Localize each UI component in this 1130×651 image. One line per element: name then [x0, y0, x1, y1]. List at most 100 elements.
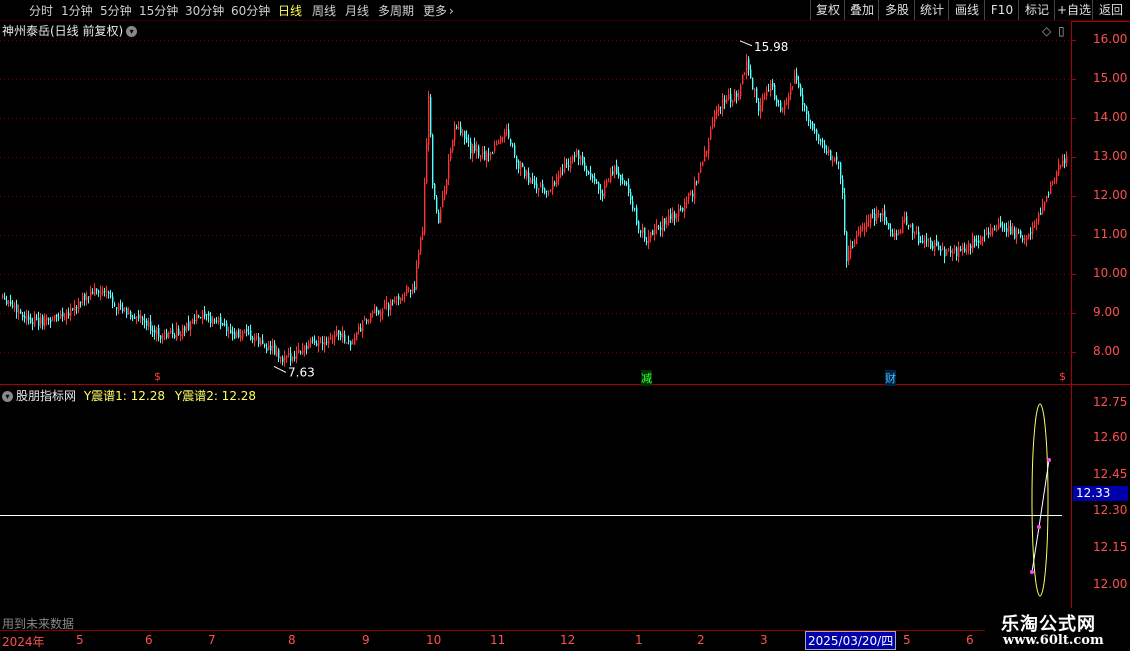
- candle-body: [702, 161, 704, 166]
- candle-body: [462, 133, 464, 135]
- chevron-down-icon[interactable]: ▾: [126, 26, 138, 37]
- candle-body: [452, 139, 454, 151]
- candle-body: [972, 238, 974, 249]
- candle-body: [794, 76, 796, 84]
- candle-body: [476, 148, 478, 153]
- candle-body: [944, 249, 946, 257]
- candle-body: [54, 315, 56, 320]
- candle-body: [832, 159, 834, 161]
- candle-body: [598, 182, 600, 190]
- candle-body: [122, 307, 124, 312]
- candle-body: [274, 343, 276, 355]
- indicator-point: [1047, 458, 1051, 462]
- candle-body: [768, 89, 770, 91]
- candle-body: [828, 149, 830, 153]
- candle-body: [344, 334, 346, 342]
- event-marker-dividend-2[interactable]: $: [1059, 370, 1066, 383]
- candle-body: [670, 213, 672, 220]
- candle-body: [282, 357, 284, 362]
- price-gridlines: [0, 40, 1076, 353]
- candle-body: [920, 240, 922, 242]
- candle-body: [446, 179, 448, 191]
- chevron-down-icon[interactable]: ▾: [2, 391, 13, 402]
- indicator-curves: [1030, 403, 1051, 597]
- candle-body: [246, 328, 248, 332]
- candle-body: [176, 328, 178, 340]
- candle-body: [668, 215, 670, 223]
- candle-body: [686, 200, 688, 202]
- candle-body: [728, 94, 730, 100]
- candle-body: [860, 226, 862, 232]
- candle-body: [152, 329, 154, 332]
- candle-body: [278, 349, 280, 359]
- panel-toggle-icon[interactable]: ▯: [1058, 24, 1065, 38]
- event-marker-dividend[interactable]: $: [154, 370, 161, 383]
- candle-body: [84, 293, 86, 301]
- candle-body: [162, 335, 164, 337]
- candle-body: [102, 290, 104, 294]
- candle-body: [692, 193, 694, 197]
- candle-body: [528, 172, 530, 183]
- candle-body: [48, 318, 50, 320]
- candle-body: [814, 130, 816, 132]
- candle-body: [1038, 214, 1040, 222]
- candle-body: [618, 172, 620, 177]
- candle-body: [60, 314, 62, 318]
- candle-body: [196, 313, 198, 322]
- candle-body: [838, 161, 840, 163]
- date-label: 9: [362, 633, 370, 647]
- candle-body: [42, 316, 44, 326]
- candle-body: [520, 162, 522, 170]
- candle-body: [548, 191, 550, 193]
- candle-body: [228, 332, 230, 334]
- candle-body: [408, 287, 410, 289]
- candle-body: [392, 299, 394, 302]
- high-price-label: 15.98: [754, 40, 788, 54]
- candle-body: [216, 320, 218, 322]
- candle-body: [1046, 196, 1048, 202]
- candle-body: [222, 323, 224, 326]
- candle-body: [984, 235, 986, 237]
- candle-body: [10, 301, 12, 305]
- candle-body: [256, 336, 258, 339]
- candle-body: [416, 266, 418, 289]
- candle-body: [20, 310, 22, 314]
- candle-body: [154, 329, 156, 334]
- event-marker-reduce[interactable]: 减: [641, 370, 652, 386]
- candle-body: [842, 179, 844, 194]
- candle-body: [38, 317, 40, 327]
- candle-body: [1032, 225, 1034, 234]
- candle-body: [1034, 225, 1036, 227]
- diamond-icon[interactable]: ◇: [1042, 24, 1051, 38]
- kline-chart[interactable]: 15.98 7.63: [0, 0, 1130, 650]
- candle-body: [1064, 158, 1066, 164]
- candle-body: [362, 321, 364, 333]
- candle-body: [1010, 226, 1012, 234]
- candle-body: [612, 171, 614, 175]
- date-label: 11: [490, 633, 506, 647]
- event-marker-finance[interactable]: 财: [885, 370, 896, 386]
- candle-body: [370, 313, 372, 322]
- candle-body: [238, 329, 240, 338]
- candle-body: [652, 230, 654, 235]
- candle-body: [684, 203, 686, 212]
- candle-body: [286, 355, 288, 359]
- candle-body: [1016, 233, 1018, 238]
- candle-body: [872, 212, 874, 214]
- indicator-tick: 12.30: [1093, 503, 1128, 517]
- candle-body: [596, 181, 598, 184]
- candle-body: [434, 184, 436, 197]
- candle-body: [66, 311, 68, 319]
- candle-body: [782, 108, 784, 111]
- candle-body: [964, 248, 966, 252]
- date-label: 7: [208, 633, 216, 647]
- candle-body: [772, 82, 774, 87]
- candle-body: [220, 316, 222, 325]
- candle-body: [604, 185, 606, 198]
- date-axis: 2024年 5 6 7 8 9 10 11 12 1 2 3 5 6: [0, 630, 1071, 651]
- candle-body: [212, 319, 214, 324]
- candle-body: [648, 236, 650, 244]
- candle-body: [494, 146, 496, 152]
- candle-body: [510, 139, 512, 144]
- candle-body: [764, 97, 766, 99]
